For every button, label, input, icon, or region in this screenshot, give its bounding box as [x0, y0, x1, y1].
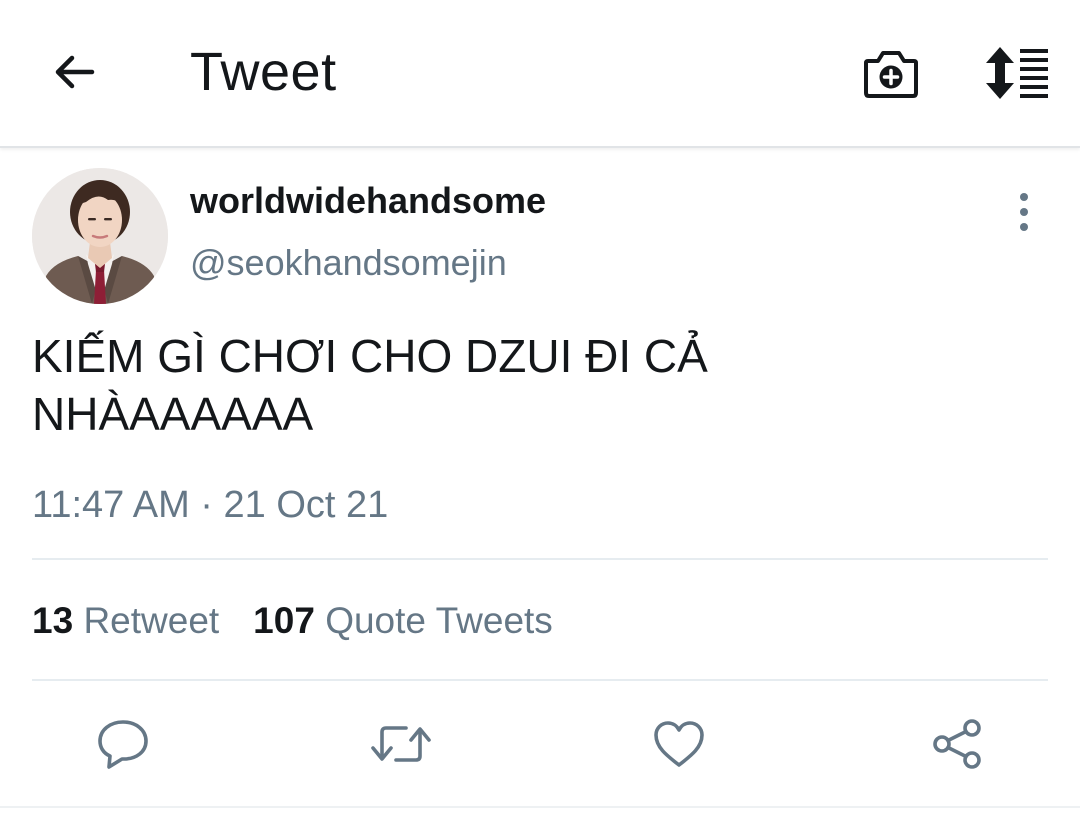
reply-button[interactable]: [91, 712, 155, 776]
tweet-timestamp: 11:47 AM · 21 Oct 21: [32, 484, 389, 526]
share-icon: [933, 719, 981, 769]
page-title: Tweet: [190, 42, 337, 102]
divider: [32, 679, 1048, 681]
quote-tweets-label: Quote Tweets: [325, 600, 553, 641]
like-button[interactable]: [647, 712, 711, 776]
display-name[interactable]: worldwidehandsome: [190, 180, 546, 222]
share-button[interactable]: [925, 712, 989, 776]
more-vertical-icon: [1020, 193, 1028, 231]
divider: [32, 558, 1048, 560]
retweets-label: Retweet: [83, 600, 220, 641]
camera-button[interactable]: [858, 40, 924, 106]
avatar[interactable]: [32, 168, 168, 304]
quote-tweets-stat[interactable]: 107 Quote Tweets: [253, 598, 553, 644]
arrow-left-icon: [55, 55, 95, 89]
sort-button[interactable]: [980, 40, 1052, 106]
camera-plus-icon: [864, 51, 918, 98]
tweet-text-line: NHÀAAAAAA: [32, 388, 314, 440]
user-handle[interactable]: @seokhandsomejin: [190, 242, 507, 284]
like-icon: [654, 721, 704, 767]
retweet-icon: [371, 726, 431, 762]
quote-tweets-count: 107: [253, 600, 315, 641]
reply-icon: [98, 720, 148, 769]
tweet-stats: 13 Retweet 107 Quote Tweets: [32, 598, 553, 644]
sort-icon: [986, 47, 1048, 99]
back-button[interactable]: [44, 42, 104, 102]
more-options-button[interactable]: [1004, 190, 1044, 234]
retweets-count: 13: [32, 600, 74, 641]
retweet-button[interactable]: [369, 712, 433, 776]
divider: [0, 806, 1080, 808]
top-app-bar: Tweet: [0, 0, 1080, 148]
retweets-stat[interactable]: 13 Retweet: [32, 598, 219, 644]
profile-photo: [32, 168, 168, 304]
tweet-text-line: KIẾM GÌ CHƠI CHO DZUI ĐI CẢ: [32, 330, 708, 382]
tweet-text: KIẾM GÌ CHƠI CHO DZUI ĐI CẢ NHÀAAAAAA: [32, 327, 1032, 443]
